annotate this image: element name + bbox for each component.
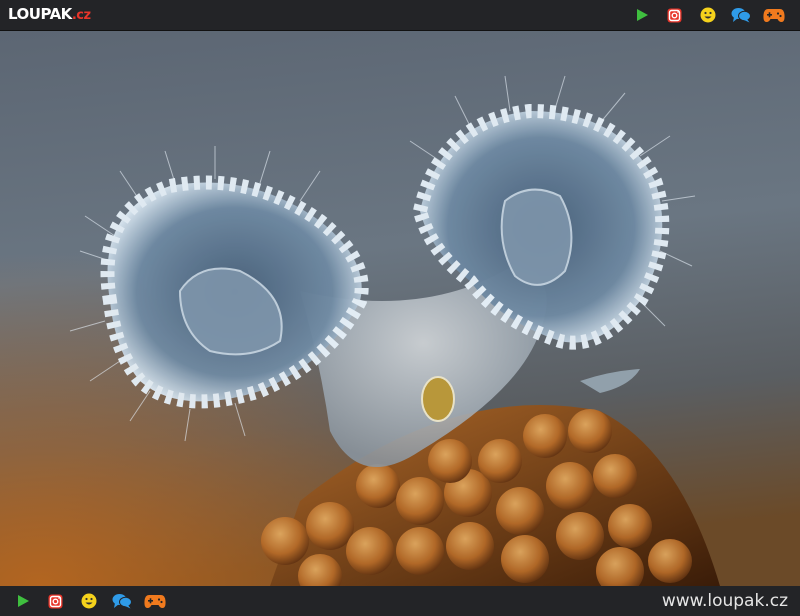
logo-text: LOUPAK [8,5,72,23]
gamepad-icon[interactable] [757,5,790,25]
site-logo[interactable]: LOUPAK .cz [8,5,91,25]
top-icon-nav [625,5,790,25]
play-icon[interactable] [625,5,658,25]
top-bar: LOUPAK .cz [0,0,800,31]
bottom-icon-nav [6,591,171,611]
microscope-photo [0,31,800,586]
chat-icon[interactable] [724,5,757,25]
site-url[interactable]: www.loupak.cz [662,591,788,611]
rotifer-image [0,31,800,586]
chat-icon[interactable] [105,591,138,611]
instagram-icon[interactable] [658,5,691,25]
logo-tld: .cz [71,8,91,23]
instagram-icon[interactable] [39,591,72,611]
smiley-icon[interactable] [72,591,105,611]
bottom-bar: www.loupak.cz [0,586,800,616]
play-icon[interactable] [6,591,39,611]
gamepad-icon[interactable] [138,591,171,611]
smiley-icon[interactable] [691,5,724,25]
